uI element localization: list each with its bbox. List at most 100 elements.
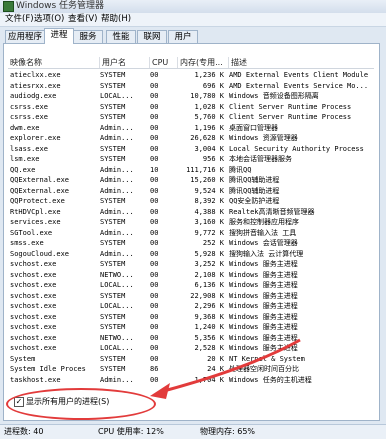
tab-performance[interactable]: 性能 [106,30,136,43]
menu-bar: 文件(F) 选项(O) 查看(V) 帮助(H) [0,13,386,27]
process-memory: 3,004 K [194,144,224,153]
process-row[interactable]: csrss.exe SYSTEM 00 1,028 K Client Server Ru… [8,102,374,113]
process-row[interactable]: svchost.exe LOCAL... 00 2,296 K Windows 服务主进… [8,301,374,312]
menu-help[interactable]: 帮助(H) [101,13,131,26]
column-description[interactable]: 描述 [229,57,374,68]
process-description: NT Kernel & System [229,354,305,363]
process-table-header: 映像名称 用户名 CPU 内存(专用... 描述 [8,57,374,68]
menu-view[interactable]: 查看(V) [68,13,97,26]
process-row[interactable]: services.exe SYSTEM 00 3,160 K 服务和控制器应用程序 [8,217,374,228]
process-row[interactable]: svchost.exe LOCAL... 00 2,528 K Windows 服务主进… [8,343,374,354]
process-row[interactable]: svchost.exe NETWO... 00 5,356 K Windows 服务主进… [8,333,374,344]
process-memory: 4,388 K [194,207,224,216]
process-name: SGTool.exe [10,228,53,237]
process-name: System [10,354,36,363]
column-cpu[interactable]: CPU [150,57,178,68]
process-memory: 1,240 K [194,323,224,331]
process-row[interactable]: atiesrxx.exe SYSTEM 00 696 K AMD External Ev… [8,81,374,92]
process-list: atieclxx.exe SYSTEM 00 1,236 K AMD External … [8,70,374,385]
process-description: 腾讯QQ辅助进程 [229,176,280,184]
window-title: Windows 任务管理器 [16,1,105,11]
menu-file[interactable]: 文件(F) [5,13,34,26]
show-all-users-label[interactable]: 显示所有用户的进程(S) [26,395,109,408]
process-user: SYSTEM [100,323,126,331]
tab-services[interactable]: 服务 [73,30,103,43]
process-user: SYSTEM [100,365,126,373]
process-user: SYSTEM [100,312,126,321]
process-row[interactable]: taskhost.exe Admin... 00 1,704 K Windows 任务的… [8,375,374,386]
process-name: svchost.exe [10,260,57,268]
show-all-users-option[interactable]: ✓ 显示所有用户的进程(S) [14,395,204,409]
process-user: SYSTEM [100,218,126,226]
process-user: SYSTEM [100,144,126,153]
tab-users[interactable]: 用户 [168,30,198,43]
process-row[interactable]: SGTool.exe Admin... 00 9,772 K 搜狗拼音输入法 工具 [8,228,374,239]
process-name: QQExternal.exe [10,186,70,195]
process-row[interactable]: svchost.exe NETWO... 00 2,108 K Windows 服务主进… [8,270,374,281]
tab-processes[interactable]: 进程 [44,28,74,44]
process-row[interactable]: dwm.exe Admin... 00 1,196 K 桌面窗口管理器 [8,123,374,134]
process-memory: 24 K [207,365,224,373]
process-row[interactable]: svchost.exe LOCAL... 00 6,136 K Windows 服务主进… [8,280,374,291]
process-user: Admin... [100,134,134,142]
process-row[interactable]: SogouCloud.exe Admin... 00 5,928 K 搜狗输入法 云计算… [8,249,374,260]
process-description: Windows 任务的主机进程 [229,375,312,384]
process-user: Admin... [100,228,134,237]
process-row[interactable]: audiodg.exe LOCAL... 00 10,780 K Windows 音频设… [8,91,374,102]
process-row[interactable]: smss.exe SYSTEM 00 252 K Windows 会话管理器 [8,238,374,249]
process-memory: 15,260 K [190,176,224,184]
process-row[interactable]: RtHDVCpl.exe Admin... 00 4,388 K Realtek高清晰音… [8,207,374,218]
process-description: QQ安全防护进程 [229,197,280,205]
process-user: LOCAL... [100,302,134,310]
process-description: Windows 音频设备图形隔离 [229,92,319,100]
process-row[interactable]: lsass.exe SYSTEM 00 3,004 K Local Security A… [8,144,374,155]
process-name: taskhost.exe [10,375,61,384]
process-row[interactable]: atieclxx.exe SYSTEM 00 1,236 K AMD External … [8,70,374,81]
column-user-name[interactable]: 用户名 [100,57,150,68]
process-memory: 3,252 K [194,260,224,268]
process-description: 腾讯QQ [229,165,252,174]
process-row[interactable]: explorer.exe Admin... 00 26,628 K Windows 资源… [8,133,374,144]
process-row[interactable]: svchost.exe SYSTEM 00 9,368 K Windows 服务主进程 [8,312,374,323]
process-row[interactable]: csrss.exe SYSTEM 00 5,760 K Client Server Ru… [8,112,374,123]
process-name: svchost.exe [10,344,57,352]
process-row[interactable]: svchost.exe SYSTEM 00 22,908 K Windows 服务主进程 [8,291,374,302]
process-user: SYSTEM [100,81,126,90]
process-row[interactable]: svchost.exe SYSTEM 00 1,240 K Windows 服务主进程 [8,322,374,333]
process-description: Realtek高清晰音频管理器 [229,207,315,216]
process-description: 处理器空闲时间百分比 [229,365,299,373]
process-row[interactable]: svchost.exe SYSTEM 00 3,252 K Windows 服务主进程 [8,259,374,270]
column-image-name[interactable]: 映像名称 [8,57,100,68]
process-user: SYSTEM [100,197,126,205]
process-description: 腾讯QQ辅助进程 [229,186,280,195]
tab-networking[interactable]: 联网 [137,30,167,43]
process-name: atieclxx.exe [10,71,61,79]
process-memory: 5,356 K [194,333,224,342]
show-all-users-checkbox[interactable]: ✓ [14,397,24,407]
process-row[interactable]: lsm.exe SYSTEM 00 956 K 本地会话管理器服务 [8,154,374,165]
process-row[interactable]: System SYSTEM 00 20 K NT Kernel & System [8,354,374,365]
process-user: Admin... [100,165,134,174]
process-user: Admin... [100,176,134,184]
process-memory: 1,196 K [194,123,224,132]
column-memory[interactable]: 内存(专用... [178,57,229,68]
process-description: 搜狗输入法 云计算代理 [229,249,304,258]
process-row[interactable]: QQProtect.exe SYSTEM 00 8,392 K QQ安全防护进程 [8,196,374,207]
process-memory: 9,368 K [194,312,224,321]
process-name: lsm.exe [10,155,40,163]
process-name: smss.exe [10,239,44,247]
process-memory: 9,772 K [194,228,224,237]
process-row[interactable]: QQExternal.exe Admin... 00 15,260 K 腾讯QQ辅助进程 [8,175,374,186]
process-row[interactable]: System Idle Process SYSTEM 86 24 K 处理器空闲时间百分… [8,364,374,375]
menu-options[interactable]: 选项(O) [34,13,64,26]
process-memory: 8,392 K [194,197,224,205]
process-row[interactable]: QQ.exe Admin... 10 111,716 K 腾讯QQ [8,165,374,176]
process-memory: 5,928 K [194,249,224,258]
process-name: dwm.exe [10,123,40,132]
process-description: AMD External Events Client Module [229,71,369,79]
process-name: svchost.exe [10,312,57,321]
process-row[interactable]: QQExternal.exe Admin... 00 9,524 K 腾讯QQ辅助进程 [8,186,374,197]
process-user: SYSTEM [100,71,126,79]
process-memory: 6,136 K [194,281,224,289]
tab-applications[interactable]: 应用程序 [5,30,45,43]
